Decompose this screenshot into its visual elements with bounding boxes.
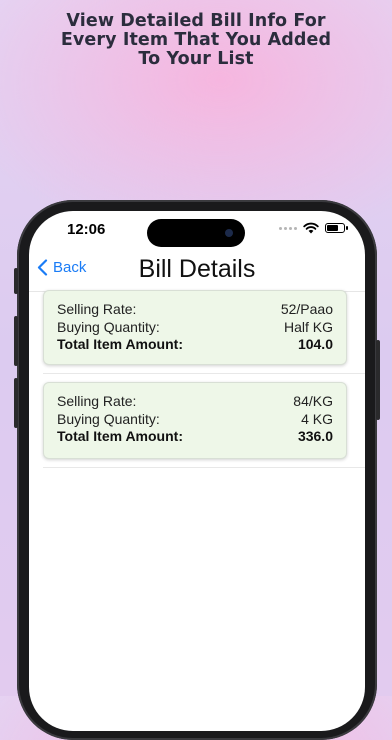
wifi-icon	[303, 222, 319, 234]
total-item-amount-label: Total Item Amount:	[57, 336, 183, 352]
selling-rate-row: Selling Rate: 52/Paao	[57, 301, 333, 319]
total-item-amount-label: Total Item Amount:	[57, 428, 183, 444]
dynamic-island	[147, 219, 245, 247]
phone-frame: 12:06 Back Bill Details Selling Rate: 52…	[14, 200, 380, 740]
headline-line-2: Every Item That You Added	[60, 30, 332, 50]
phone-volume-up	[14, 316, 18, 366]
battery-icon	[325, 223, 348, 233]
buying-quantity-label: Buying Quantity:	[57, 410, 160, 427]
buying-quantity-value: 4 KG	[301, 410, 333, 427]
page-title: Bill Details	[138, 255, 256, 283]
phone-side-button	[14, 268, 18, 294]
promo-headline: View Detailed Bill Info For Every Item T…	[0, 12, 392, 69]
list-divider	[43, 467, 365, 468]
total-item-amount-value: 336.0	[297, 428, 333, 444]
bill-item-card: Selling Rate: 84/KG Buying Quantity: 4 K…	[43, 382, 347, 459]
selling-rate-row: Selling Rate: 84/KG	[57, 393, 333, 411]
buying-quantity-label: Buying Quantity:	[57, 318, 160, 335]
headline-line-3: To Your List	[138, 49, 254, 69]
list-divider	[43, 373, 365, 374]
navigation-bar: Back Bill Details	[29, 251, 365, 292]
phone-screen: 12:06 Back Bill Details Selling Rate: 52…	[29, 211, 365, 731]
selling-rate-label: Selling Rate:	[57, 301, 137, 317]
total-item-amount-row: Total Item Amount: 104.0	[57, 336, 333, 354]
signal-icon	[279, 226, 297, 230]
bill-item-card: Selling Rate: 52/Paao Buying Quantity: H…	[43, 290, 347, 365]
selling-rate-value: 84/KG	[293, 393, 333, 409]
headline-line-1: View Detailed Bill Info For	[66, 11, 326, 31]
camera-icon	[225, 229, 233, 237]
selling-rate-value: 52/Paao	[280, 301, 333, 317]
status-icons	[279, 222, 348, 234]
buying-quantity-row: Buying Quantity: 4 KG	[57, 411, 333, 429]
selling-rate-label: Selling Rate:	[57, 393, 137, 409]
buying-quantity-row: Buying Quantity: Half KG	[57, 319, 333, 337]
total-item-amount-row: Total Item Amount: 336.0	[57, 428, 333, 446]
phone-power-button	[376, 340, 380, 420]
total-item-amount-value: 104.0	[297, 336, 333, 352]
status-time: 12:06	[67, 221, 106, 238]
buying-quantity-value: Half KG	[283, 318, 333, 335]
phone-volume-down	[14, 378, 18, 428]
